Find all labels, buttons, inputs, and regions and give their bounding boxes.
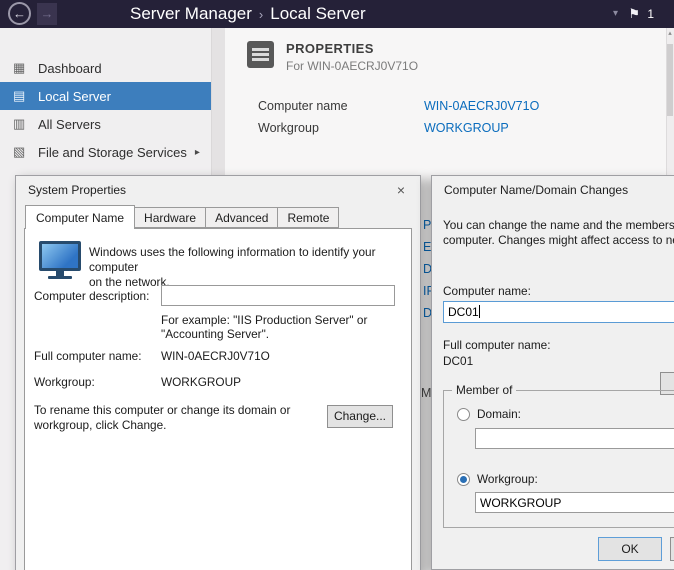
chevron-down-icon[interactable]: ▾ (613, 0, 618, 28)
properties-subtitle: For WIN-0AECRJ0V71O (286, 59, 418, 73)
domain-radio-label: Domain: (477, 407, 521, 421)
workgroup-radio-row[interactable]: Workgroup: (457, 472, 538, 486)
computer-description-input[interactable] (161, 285, 395, 306)
workgroup-radio-label: Workgroup: (477, 472, 538, 486)
full-computer-name-value: WIN-0AECRJ0V71O (161, 349, 270, 363)
intro-text-line2: computer. Changes might affect access to… (443, 233, 674, 247)
ok-button[interactable]: OK (598, 537, 662, 561)
workgroup-link[interactable]: WORKGROUP (424, 121, 509, 135)
domain-radio-row[interactable]: Domain: (457, 407, 521, 421)
computer-name-tab-page: Windows uses the following information t… (24, 228, 412, 570)
sidebar-item-all-servers[interactable]: ▥ All Servers (0, 110, 211, 138)
full-computer-name-value: DC01 (443, 354, 473, 368)
scrollbar-thumb[interactable] (667, 44, 673, 116)
notification-count-badge[interactable]: 1 (647, 0, 654, 28)
cancel-button-clipped[interactable] (670, 537, 674, 561)
local-server-icon: ▤ (13, 88, 29, 104)
tab-remote[interactable]: Remote (278, 207, 339, 228)
full-computer-name-label: Full computer name: (34, 349, 142, 363)
clipped-text: M (421, 386, 431, 400)
dashboard-icon: ▦ (13, 60, 29, 76)
workgroup-input[interactable]: WORKGROUP (475, 492, 674, 513)
computer-name-label: Computer name: (443, 284, 531, 298)
monitor-icon (39, 241, 81, 279)
forward-button[interactable]: → (37, 3, 57, 25)
member-of-label: Member of (452, 383, 516, 397)
computer-name-input-text: DC01 (448, 305, 479, 319)
text-caret (479, 305, 480, 318)
property-label: Computer name (258, 99, 348, 113)
close-icon[interactable]: × (388, 180, 414, 200)
tab-strip: Computer Name Hardware Advanced Remote (25, 207, 339, 228)
file-storage-icon: ▧ (13, 144, 29, 160)
computer-name-input[interactable]: DC01 (443, 301, 674, 323)
tab-advanced[interactable]: Advanced (206, 207, 278, 228)
page-title: Local Server (270, 4, 365, 23)
notifications-flag-icon[interactable]: ⚑ (628, 0, 640, 28)
sidebar-item-local-server[interactable]: ▤ Local Server (0, 82, 211, 110)
sidebar-item-label: Dashboard (38, 61, 102, 76)
intro-text: Windows uses the following information t… (89, 245, 405, 290)
member-of-group: Member of Domain: Workgroup: WORKGROUP (443, 390, 674, 528)
properties-heading: PROPERTIES (286, 41, 374, 56)
scrollbar-up-icon[interactable]: ▴ (666, 28, 674, 40)
back-button[interactable]: ← (8, 2, 31, 25)
change-button[interactable]: Change... (327, 405, 393, 428)
sidebar-item-label: All Servers (38, 117, 101, 132)
computer-description-label: Computer description: (34, 289, 149, 303)
tab-computer-name[interactable]: Computer Name (25, 205, 135, 229)
domain-input[interactable] (475, 428, 674, 449)
app-title: Server Manager (130, 4, 252, 23)
breadcrumb: Server Manager›Local Server (130, 0, 366, 28)
workgroup-radio[interactable] (457, 473, 470, 486)
back-arrow-icon: ← (13, 6, 26, 21)
sidebar-item-file-storage-services[interactable]: ▧ File and Storage Services ▸ (0, 138, 211, 166)
server-icon (247, 41, 274, 68)
dialog-title: System Properties (28, 183, 126, 197)
breadcrumb-separator-icon: › (252, 7, 270, 22)
server-manager-window: ← → Server Manager›Local Server ▾ ⚑ 1 ▦ … (0, 0, 674, 570)
computer-name-link[interactable]: WIN-0AECRJ0V71O (424, 99, 539, 113)
sidebar-item-label: Local Server (38, 89, 111, 104)
property-label: Workgroup (258, 121, 319, 135)
full-computer-name-label: Full computer name: (443, 338, 551, 352)
sidebar-item-label: File and Storage Services (38, 145, 187, 160)
title-bar: ← → Server Manager›Local Server ▾ ⚑ 1 (0, 0, 674, 28)
all-servers-icon: ▥ (13, 116, 29, 132)
rename-hint-text: To rename this computer or change its do… (34, 403, 290, 433)
dialog-title: Computer Name/Domain Changes (444, 183, 628, 197)
workgroup-value: WORKGROUP (161, 375, 241, 389)
tab-hardware[interactable]: Hardware (135, 207, 206, 228)
system-properties-dialog: System Properties × Computer Name Hardwa… (15, 175, 421, 570)
computer-name-domain-changes-dialog: Computer Name/Domain Changes You can cha… (431, 175, 674, 570)
intro-text-line1: You can change the name and the membersh… (443, 218, 674, 232)
domain-radio[interactable] (457, 408, 470, 421)
sidebar-item-dashboard[interactable]: ▦ Dashboard (0, 54, 211, 82)
workgroup-label: Workgroup: (34, 375, 95, 389)
chevron-right-icon: ▸ (195, 147, 200, 158)
description-example-text: For example: "IIS Production Server" or … (161, 313, 367, 341)
forward-arrow-icon: → (41, 6, 54, 21)
